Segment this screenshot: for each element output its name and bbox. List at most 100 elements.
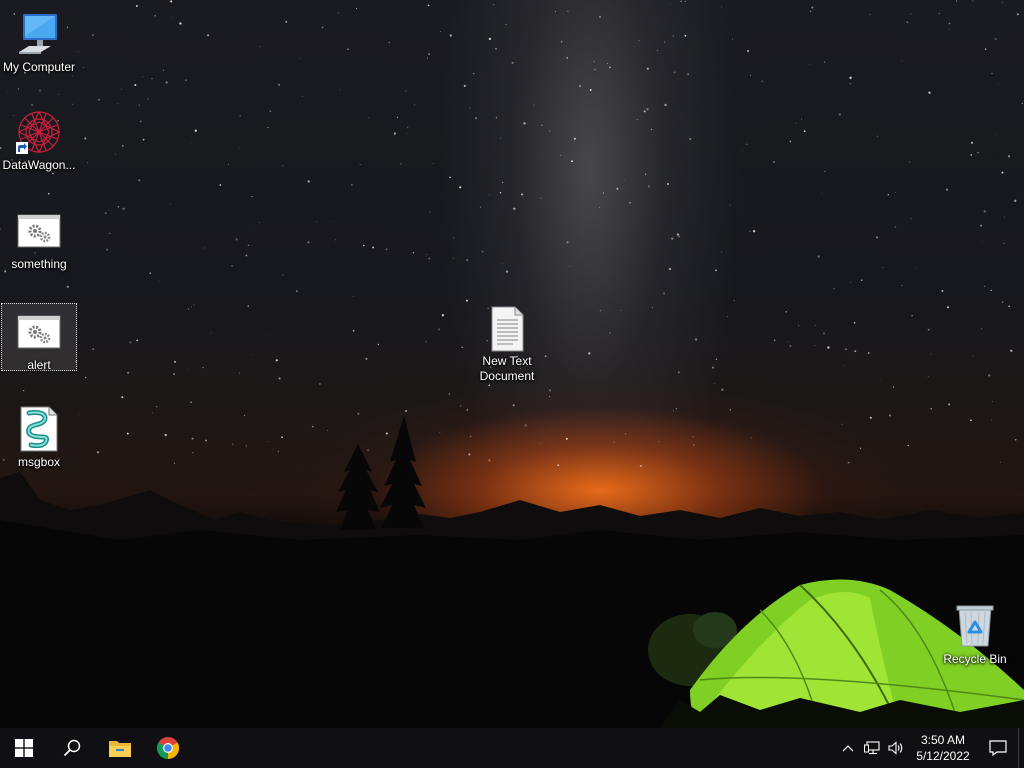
star [646,108,649,111]
star [461,346,463,348]
star [1010,349,1013,352]
pine-trees [336,416,426,530]
star [579,85,582,88]
desktop-icon-label: something [11,257,67,271]
star [104,212,107,215]
star [927,328,930,331]
star [460,405,462,407]
star [773,161,775,163]
star [204,247,206,249]
star [184,79,187,82]
desktop-icon-datawagon[interactable]: DataWagon... [1,104,77,173]
star [413,104,416,106]
star [809,63,810,65]
star [955,0,958,2]
star [669,3,671,4]
star [466,409,469,411]
star [449,34,452,37]
star [667,183,669,185]
star [982,241,983,243]
star [139,120,142,123]
search-button[interactable] [48,728,96,768]
clock[interactable]: 3:50 AM 5/12/2022 [908,728,978,768]
star [824,170,826,172]
action-center-button[interactable] [978,728,1018,768]
star [889,414,891,417]
star [126,432,129,435]
star [210,332,212,334]
show-hidden-icons-button[interactable] [836,728,860,768]
star [367,449,369,451]
volume-button[interactable] [884,728,908,768]
star [301,468,302,470]
desktop-icon-recycle-bin[interactable]: Recycle Bin [937,598,1013,667]
star [282,274,284,276]
star [634,66,635,68]
star [990,419,992,421]
star [96,451,100,454]
star [332,221,334,223]
star [302,96,304,97]
star [747,50,750,52]
star [999,461,1002,463]
star [910,217,912,220]
star [1016,13,1019,16]
star [997,83,999,84]
star [1008,305,1010,308]
script-file-icon [15,405,63,453]
gear-window-icon [15,308,63,356]
star [202,367,204,369]
star [154,15,156,17]
star [977,152,979,154]
star [887,194,889,196]
star [473,72,475,75]
star [259,222,260,224]
star [789,140,792,143]
star [193,304,195,306]
star [599,16,601,18]
desktop-icon-new-text-document[interactable]: New Text Document [469,300,545,384]
show-desktop-button[interactable] [1018,728,1024,768]
star [357,412,360,415]
star [658,441,660,442]
star [785,310,787,313]
star [347,48,350,51]
star [307,180,310,183]
star [715,269,717,272]
desktop-icon-label: alert [27,358,51,372]
desktop-icon-something[interactable]: something [1,203,77,272]
star [115,153,116,155]
star [789,345,792,348]
star [142,138,145,141]
star [663,292,666,295]
star [352,330,355,332]
desktop-icon-alert[interactable]: alert [1,303,77,372]
file-explorer-button[interactable] [96,728,144,768]
desktop-icon-msgbox[interactable]: msgbox [1,401,77,470]
star [650,128,653,131]
star [238,147,240,149]
chrome-button[interactable] [144,728,192,768]
star [853,321,856,324]
star [134,83,137,87]
star [138,179,141,182]
start-button[interactable] [0,728,48,768]
star [624,180,626,181]
network-button[interactable] [860,728,884,768]
star [992,401,993,403]
star [693,444,695,446]
star [972,0,974,2]
star [281,436,283,439]
star [1007,155,1011,158]
star [1004,216,1006,218]
star [689,137,692,141]
desktop-icon-my-computer[interactable]: My Computer [1,6,77,75]
star [512,404,515,407]
star [995,133,997,135]
star [259,46,261,47]
star [941,289,944,293]
star [58,93,60,95]
desktop-icon-label: Recycle Bin [943,652,1007,666]
star [66,285,69,288]
star [645,173,647,175]
